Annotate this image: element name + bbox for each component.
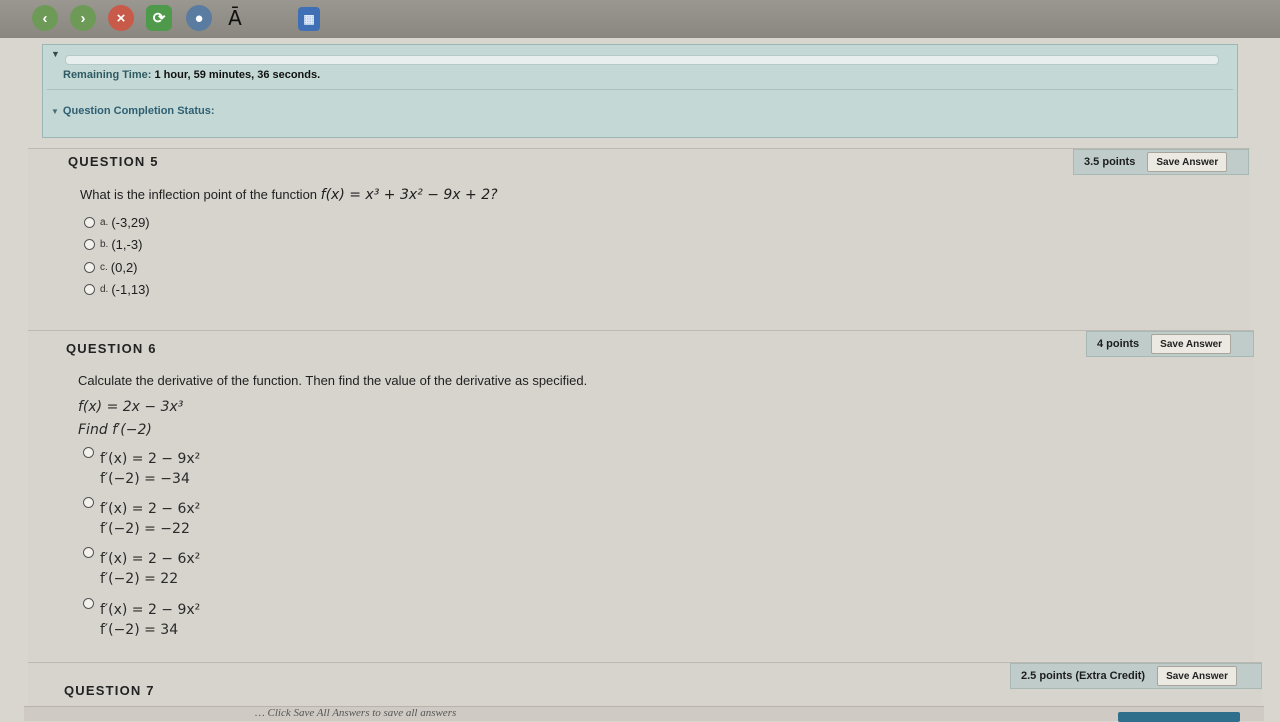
points-box: 2.5 points (Extra Credit) Save Answer xyxy=(1010,663,1262,689)
option-derivative: f′(x) = 2 − 9x² xyxy=(100,451,201,467)
radio-button[interactable] xyxy=(83,497,94,508)
calculator-icon[interactable]: ▦ xyxy=(298,7,320,31)
radio-button[interactable] xyxy=(84,239,95,250)
option-value: f′(−2) = −34 xyxy=(100,471,190,487)
option-d[interactable]: d. (-1,13) xyxy=(84,282,150,297)
option-a[interactable]: a. (-3,29) xyxy=(84,215,150,230)
radio-button[interactable] xyxy=(83,547,94,558)
points-label: 4 points xyxy=(1097,338,1140,350)
option-value: f′(−2) = −22 xyxy=(100,521,190,537)
function-expression: f(x) = 2x − 3x³ xyxy=(78,399,184,415)
radio-button[interactable] xyxy=(84,284,95,295)
question-5: QUESTION 5 3.5 points Save Answer What i… xyxy=(28,148,1250,331)
bottom-action-bar xyxy=(24,706,1264,721)
prompt-text: What is the inflection point of the func… xyxy=(80,187,318,202)
find-instruction: Find f′(−2) xyxy=(78,422,152,438)
status-panel: ▼ Remaining Time: 1 hour, 59 minutes, 36… xyxy=(42,44,1238,138)
question-title: QUESTION 7 xyxy=(64,683,155,698)
forward-icon[interactable]: › xyxy=(70,5,96,31)
save-answer-button[interactable]: Save Answer xyxy=(1151,334,1232,354)
points-box: 4 points Save Answer xyxy=(1086,331,1254,357)
points-box: 3.5 points Save Answer xyxy=(1073,149,1249,175)
time-progress-bar xyxy=(65,55,1219,65)
option-text: (1,-3) xyxy=(111,237,143,252)
completion-label: Question Completion Status: xyxy=(62,105,215,117)
expand-arrow-icon: ▼ xyxy=(51,107,59,116)
points-label: 3.5 points xyxy=(1084,156,1136,168)
option-letter: d. xyxy=(100,284,109,295)
radio-button[interactable] xyxy=(84,262,95,273)
stop-icon[interactable]: × xyxy=(108,5,134,31)
option-derivative: f′(x) = 2 − 9x² xyxy=(100,602,201,618)
option-value: f′(−2) = 22 xyxy=(100,571,179,587)
save-answer-button[interactable]: Save Answer xyxy=(1147,152,1228,172)
question-prompt: Calculate the derivative of the function… xyxy=(78,373,588,388)
status-divider xyxy=(47,89,1233,90)
option-value: f′(−2) = 34 xyxy=(100,622,179,638)
option-letter: a. xyxy=(100,217,109,228)
option-letter: c. xyxy=(100,262,108,273)
question-title: QUESTION 5 xyxy=(68,154,159,169)
question-6: QUESTION 6 4 points Save Answer Calculat… xyxy=(28,330,1254,661)
question-prompt: What is the inflection point of the func… xyxy=(80,187,498,203)
user-icon[interactable]: ● xyxy=(186,5,212,31)
remaining-time: Remaining Time: 1 hour, 59 minutes, 36 s… xyxy=(63,69,320,81)
collapse-arrow-icon[interactable]: ▼ xyxy=(51,49,60,59)
question-title: QUESTION 6 xyxy=(66,341,157,356)
save-answer-button[interactable]: Save Answer xyxy=(1157,666,1237,686)
function-expression: f(x) = x³ + 3x² − 9x + 2? xyxy=(320,187,498,203)
question-completion-toggle[interactable]: ▼ Question Completion Status: xyxy=(51,105,214,117)
option-derivative: f′(x) = 2 − 6x² xyxy=(100,501,201,517)
radio-button[interactable] xyxy=(84,217,95,228)
question-7: QUESTION 7 2.5 points (Extra Credit) Sav… xyxy=(28,662,1262,707)
remaining-time-value: 1 hour, 59 minutes, 36 seconds. xyxy=(154,69,321,81)
option-text: (0,2) xyxy=(110,260,138,275)
radio-button[interactable] xyxy=(83,447,94,458)
option-letter: b. xyxy=(100,239,109,250)
option-b[interactable]: b. (1,-3) xyxy=(84,237,142,252)
refresh-icon[interactable]: ⟳ xyxy=(146,5,172,31)
save-and-submit-button[interactable] xyxy=(1118,712,1240,722)
remaining-time-label: Remaining Time: xyxy=(63,69,152,81)
option-derivative: f′(x) = 2 − 6x² xyxy=(100,551,201,567)
browser-toolbar: ‹ › × ⟳ ● Ā ▦ xyxy=(0,0,1280,38)
radio-button[interactable] xyxy=(83,598,94,609)
points-label: 2.5 points (Extra Credit) xyxy=(1021,670,1146,682)
text-icon[interactable]: Ā xyxy=(222,5,248,31)
save-all-hint: … Click Save All Answers to save all ans… xyxy=(255,707,457,719)
option-text: (-1,13) xyxy=(111,282,150,297)
back-icon[interactable]: ‹ xyxy=(32,5,58,31)
option-c[interactable]: c. (0,2) xyxy=(84,260,138,275)
option-text: (-3,29) xyxy=(111,215,150,230)
